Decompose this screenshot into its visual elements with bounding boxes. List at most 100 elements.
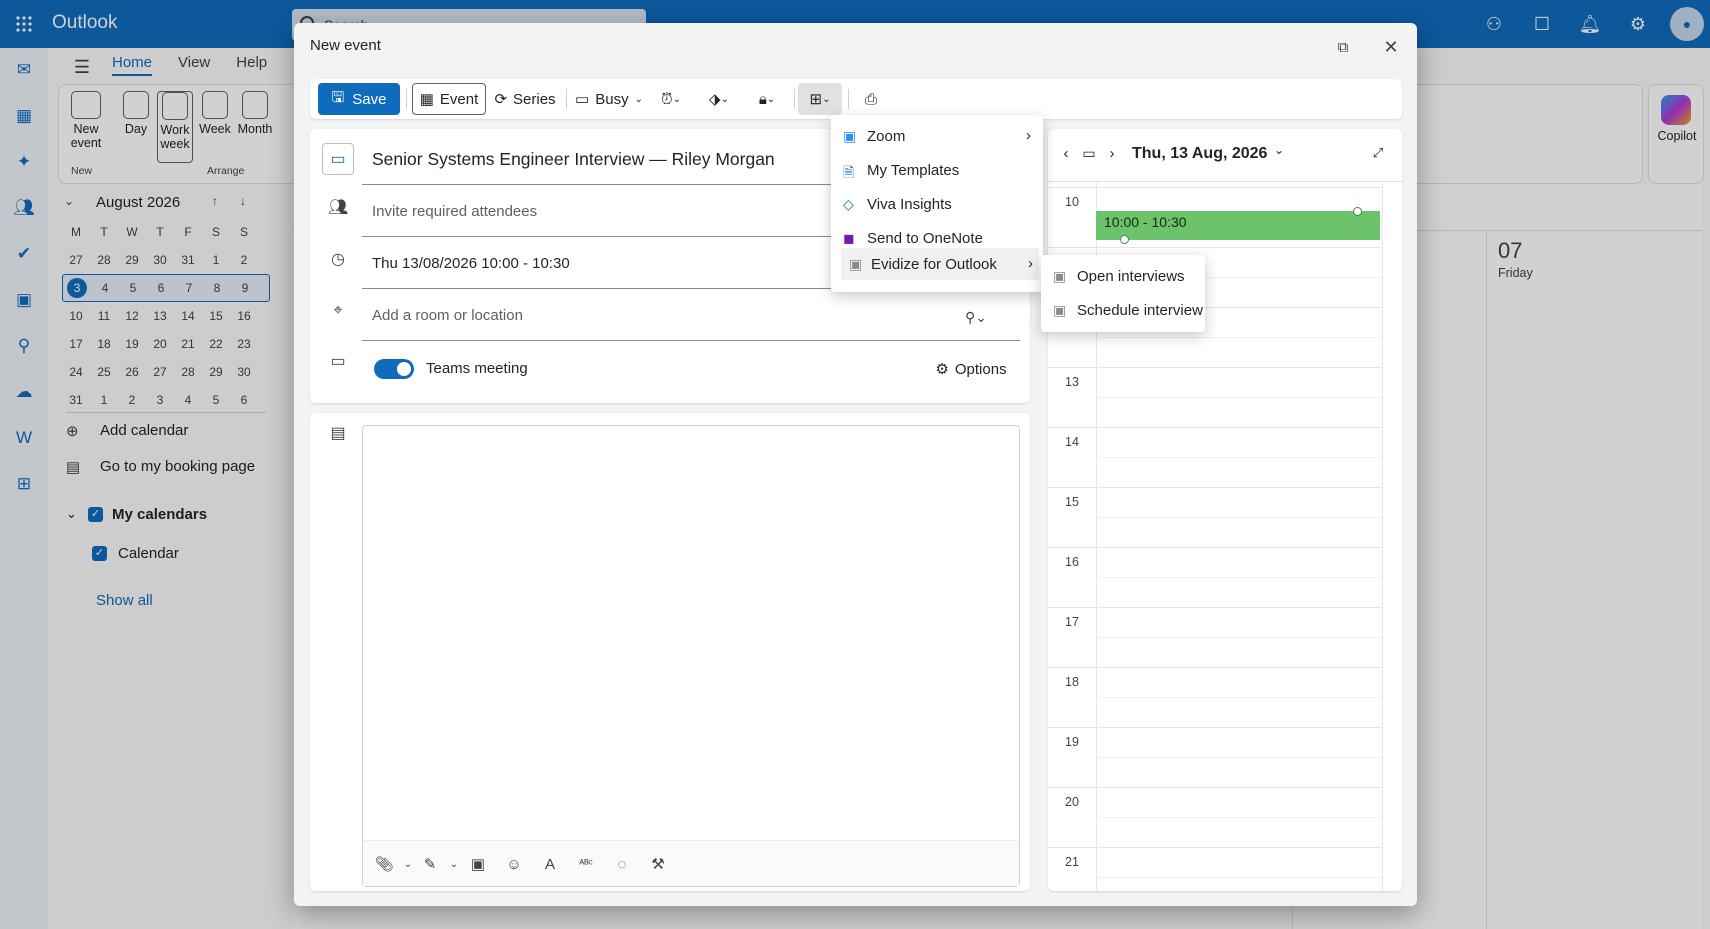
reminder-dropdown[interactable]: ⏰︎ ⌄ — [650, 83, 692, 115]
half-hour-line — [1096, 697, 1382, 698]
onenote-icon: ◼ — [843, 230, 855, 246]
teams-toggle[interactable] — [374, 359, 414, 379]
next-day-icon[interactable]: › — [1102, 139, 1122, 167]
hour-label: 21 — [1065, 855, 1079, 869]
hour-line — [1048, 367, 1382, 368]
hour-label: 10 — [1065, 195, 1079, 209]
spelling-icon[interactable]: ᴬᴮᶜ — [571, 849, 601, 879]
zoom-icon: ▣ — [843, 128, 857, 144]
hour-line — [1048, 667, 1382, 668]
close-icon[interactable]: ✕ — [1374, 31, 1408, 63]
save-icon: 🖫 — [331, 88, 345, 106]
menu-item-schedule-interview[interactable]: ▣ Schedule interview — [1041, 293, 1205, 327]
room-finder-icon[interactable]: ⚲⌄ — [956, 305, 996, 329]
chevron-right-icon: › — [1028, 255, 1033, 272]
copilot-draft-icon[interactable]: ◌ — [607, 849, 637, 879]
half-hour-line — [1096, 337, 1382, 338]
menu-item-evidize[interactable]: ▣ Evidize for Outlook › — [841, 248, 1039, 280]
location-input[interactable]: Add a room or location — [362, 291, 1020, 341]
evidize-icon: ▣ — [1053, 302, 1067, 318]
expand-icon[interactable]: ⤢ — [1366, 141, 1390, 165]
toggle-knob — [397, 362, 411, 376]
video-icon: ▭ — [330, 353, 346, 370]
menu-item-viva-insights[interactable]: ◇ Viva Insights — [831, 187, 1043, 221]
dayview-date[interactable]: Thu, 13 Aug, 2026 — [1132, 145, 1267, 163]
chevron-down-icon: ⌄ — [634, 93, 643, 105]
hour-label: 13 — [1065, 375, 1079, 389]
apps-dropdown[interactable]: ⊞ ⌄ — [798, 83, 842, 115]
calendar-chat-icon[interactable]: ▭ — [322, 143, 354, 175]
hour-line — [1048, 727, 1382, 728]
half-hour-line — [1096, 577, 1382, 578]
chevron-down-icon: ⌄ — [720, 93, 729, 105]
categorize-dropdown[interactable]: ⬗ ⌄ — [698, 83, 740, 115]
hour-label: 20 — [1065, 795, 1079, 809]
body-editor[interactable]: 📎︎ ⌄ ✎ ⌄ ▣ ☺ A ᴬᴮᶜ ◌ ⚒ — [362, 425, 1020, 887]
hour-line — [1048, 487, 1382, 488]
hour-label: 16 — [1065, 555, 1079, 569]
format-toolbar: 📎︎ ⌄ ✎ ⌄ ▣ ☺ A ᴬᴮᶜ ◌ ⚒ — [363, 840, 1019, 886]
half-hour-line — [1096, 457, 1382, 458]
privacy-dropdown[interactable]: 🔒︎ ⌄ — [746, 83, 788, 115]
chevron-right-icon: › — [1026, 127, 1031, 144]
event-block[interactable]: 10:00 - 10:30 — [1096, 211, 1380, 240]
save-button[interactable]: 🖫 Save — [318, 83, 400, 115]
half-hour-line — [1096, 817, 1382, 818]
apps-icon: ⊞ — [809, 91, 823, 108]
menu-item-zoom[interactable]: ▣ Zoom › — [831, 119, 1043, 153]
divider — [794, 89, 795, 109]
alarm-icon: ⏰︎ — [660, 90, 673, 108]
people-icon: 👥︎ — [327, 199, 349, 216]
prev-day-icon[interactable]: ‹ — [1056, 139, 1076, 167]
menu-item-open-interviews[interactable]: ▣ Open interviews — [1041, 259, 1205, 293]
hour-line — [1048, 427, 1382, 428]
hour-label: 15 — [1065, 495, 1079, 509]
clock-icon: ◷ — [331, 251, 345, 268]
print-button[interactable]: ⎙ — [854, 83, 888, 115]
busy-icon: ▭ — [575, 91, 590, 108]
resize-handle[interactable] — [1353, 207, 1362, 216]
format-icon[interactable]: A — [535, 849, 565, 879]
event-button[interactable]: ▦ Event — [412, 83, 486, 115]
resize-handle[interactable] — [1120, 235, 1129, 244]
gear-icon: ⚙ — [935, 361, 949, 378]
apps-menu: ▣ Zoom › 🗎︎ My Templates ◇ Viva Insights ◼ Se… — [831, 115, 1043, 292]
menu-item-my-templates[interactable]: 🗎︎ My Templates — [831, 153, 1043, 187]
event-toolbar: 🖫 Save ▦ Event ⟳ Series ▭ Busy ⌄ ⏰︎ ⌄ ⬗ ⌄ 🔒︎ ⌄ ⊞… — [310, 79, 1402, 119]
repeat-icon: ⟳ — [494, 91, 508, 108]
pop-out-icon[interactable]: ⧉ — [1326, 31, 1360, 63]
hour-label: 14 — [1065, 435, 1079, 449]
divider — [1048, 181, 1402, 182]
divider — [406, 89, 407, 109]
hour-line — [1048, 787, 1382, 788]
evidize-icon: ▣ — [849, 256, 863, 272]
image-icon[interactable]: ▣ — [463, 849, 493, 879]
half-hour-line — [1096, 757, 1382, 758]
hour-line — [1048, 187, 1382, 188]
series-button[interactable]: ⟳ Series — [490, 83, 560, 115]
hour-label: 17 — [1065, 615, 1079, 629]
half-hour-line — [1096, 637, 1382, 638]
hour-line — [1048, 547, 1382, 548]
chevron-down-icon[interactable]: ⌄ — [1274, 143, 1284, 157]
calendar-icon: ▦ — [419, 91, 434, 108]
dialog-title: New event — [310, 37, 381, 54]
divider — [566, 89, 567, 109]
today-icon[interactable]: ▭ — [1078, 139, 1100, 167]
evidize-submenu: ▣ Open interviews ▣ Schedule interview — [1041, 255, 1205, 332]
tag-icon: ⬗ — [709, 91, 721, 108]
hour-line — [1048, 607, 1382, 608]
divider — [848, 89, 849, 109]
busy-dropdown[interactable]: ▭ Busy ⌄ — [572, 83, 646, 115]
half-hour-line — [1096, 397, 1382, 398]
lock-icon: 🔒︎ — [758, 90, 767, 108]
more-options-icon[interactable]: ⚒ — [643, 849, 673, 879]
chevron-down-icon: ⌄ — [766, 93, 776, 105]
options-button[interactable]: ⚙ Options — [926, 353, 1016, 385]
teams-label: Teams meeting — [426, 360, 528, 377]
location-icon: ⌖ — [333, 302, 343, 319]
viva-insights-icon: ◇ — [843, 196, 854, 212]
emoji-icon[interactable]: ☺ — [499, 849, 529, 879]
hour-line — [1048, 247, 1382, 248]
day-view: ‹ ▭ › Thu, 13 Aug, 2026 ⌄ ⤢ 101112131415… — [1048, 129, 1402, 891]
